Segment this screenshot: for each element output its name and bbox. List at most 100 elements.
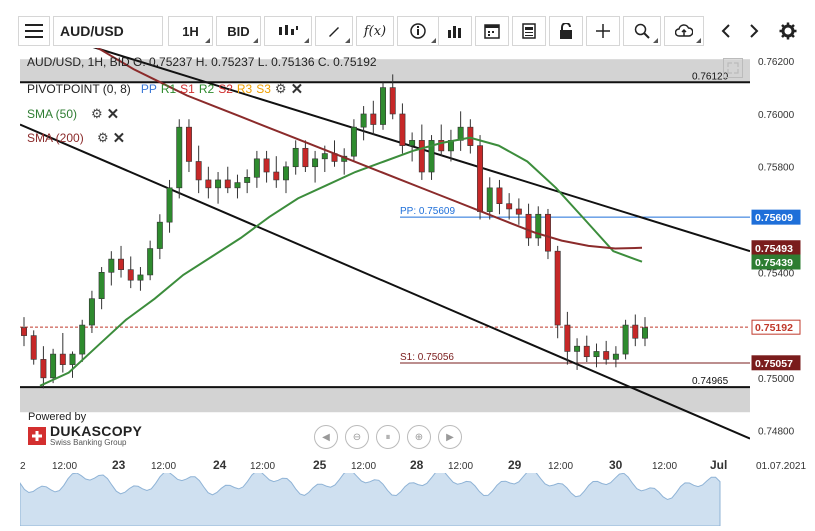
brand-name: DUKASCOPY: [50, 423, 143, 439]
candle-body: [302, 147, 309, 168]
fit-icon[interactable]: ⏸: [376, 425, 400, 449]
candle-body: [593, 351, 600, 358]
price-label-badge: 0.75057: [751, 355, 801, 371]
pivot-level-s3: S3: [256, 82, 271, 96]
symbol-selector[interactable]: AUD/USD: [53, 16, 163, 46]
candle-body: [224, 179, 231, 189]
candle-type-icon[interactable]: [264, 16, 312, 46]
menu-icon[interactable]: [18, 16, 50, 46]
candle-body: [612, 353, 619, 360]
candle-body: [486, 187, 493, 212]
pivot-level-s1: S1: [180, 82, 195, 96]
toolbar: AUD/USD 1H BID f(x): [0, 0, 815, 48]
price-label-badge: 0.75439: [751, 254, 801, 270]
function-icon[interactable]: f(x): [356, 16, 394, 46]
powered-by-label: Powered by: [28, 411, 87, 423]
price-label-badge: 0.75493: [751, 240, 801, 256]
price-type-selector[interactable]: BID: [216, 16, 261, 46]
candle-body: [21, 327, 27, 336]
candle-body: [215, 179, 222, 189]
sma200-label: SMA (200): [27, 131, 84, 145]
pivot-close-icon[interactable]: ✕: [291, 80, 304, 98]
annotation-label: PP: 0.75609: [400, 206, 455, 217]
candle-body: [380, 87, 386, 125]
navigator[interactable]: [19, 469, 815, 527]
time-tick-label: 12:00: [448, 461, 473, 472]
candle-body: [574, 345, 581, 352]
candle-body: [195, 161, 202, 181]
candle-body: [496, 187, 503, 204]
candle-body: [515, 208, 522, 215]
sma50-close-icon[interactable]: ✕: [107, 105, 120, 123]
candle-body: [399, 113, 406, 146]
candle-body: [477, 145, 484, 212]
timeframe-label: 1H: [182, 23, 199, 39]
price-chart[interactable]: 0.76120 PP: 0.75609 S1: 0.75056 0.74965: [19, 36, 751, 457]
price-tick-label: 0.75400: [758, 268, 795, 279]
sma50-label: SMA (50): [27, 107, 78, 121]
time-tick-label: 30: [609, 458, 623, 472]
sma200-close-icon[interactable]: ✕: [113, 129, 126, 147]
candle-body: [360, 113, 367, 128]
time-tick-label: 12:00: [548, 461, 573, 472]
navigator-area: [19, 469, 721, 527]
candle-body: [88, 298, 95, 326]
price-type-label: BID: [227, 23, 250, 39]
candle-body: [185, 126, 192, 162]
time-tick-label: 12:00: [351, 461, 376, 472]
brand-tagline: Swiss Banking Group: [50, 438, 127, 447]
candle-body: [263, 158, 270, 173]
svg-text:0.75493: 0.75493: [755, 243, 793, 255]
calendar-icon[interactable]: [475, 16, 509, 46]
symbol-label: AUD/USD: [60, 23, 124, 39]
candle-body: [622, 324, 629, 355]
indicator-icon[interactable]: [438, 16, 472, 46]
time-axis-canvas: 2 12:00 23 12:00 24 12:00 25 12:00 28 12:00 29 12:0…: [20, 458, 806, 472]
news-icon[interactable]: [512, 16, 546, 46]
time-axis: 2 12:00 23 12:00 24 12:00 25 12:00 28 12:00 29 12:0…: [20, 457, 815, 473]
price-tick-label: 0.74800: [758, 427, 795, 438]
fullscreen-icon[interactable]: [723, 58, 743, 78]
zoom-in-icon[interactable]: ⊕: [407, 425, 431, 449]
info-icon[interactable]: [397, 16, 439, 46]
nav-left-icon[interactable]: ◀: [314, 425, 338, 449]
settings-icon[interactable]: [774, 16, 802, 46]
zoom-icon[interactable]: [623, 16, 661, 46]
sma200-settings-icon[interactable]: ⚙: [97, 130, 109, 146]
candle-body: [127, 269, 134, 281]
cloud-upload-icon[interactable]: [664, 16, 704, 46]
pivot-level-s2: S2: [218, 82, 233, 96]
svg-text:0.75609: 0.75609: [755, 212, 793, 224]
price-tick-label: 0.75000: [758, 374, 795, 385]
pivot-level-r1: R1: [160, 82, 177, 96]
candle-body: [418, 140, 425, 173]
candle-body: [176, 126, 183, 189]
branding: Powered by DUKASCOPY Swiss Banking Group: [28, 411, 142, 447]
ohlc-header: AUD/USD, 1H, BID O. 0.75237 H. 0.75237 L…: [27, 55, 377, 69]
candle-body: [118, 258, 124, 270]
sma50-settings-icon[interactable]: ⚙: [91, 106, 103, 122]
nav-right-icon[interactable]: ▶: [438, 425, 462, 449]
lock-icon[interactable]: [549, 16, 583, 46]
svg-text:0.75439: 0.75439: [755, 257, 793, 269]
time-tick-label: 01.07.2021: [756, 461, 806, 472]
next-icon[interactable]: [740, 16, 768, 46]
candle-body: [283, 166, 289, 181]
draw-icon[interactable]: [315, 16, 353, 46]
price-axis-canvas: 0.76200 0.76000 0.75800 0.75400 0.75000 0.748…: [751, 57, 801, 438]
pivot-level-r3: R3: [236, 82, 253, 96]
candle-body: [632, 324, 639, 339]
candle-body: [409, 140, 416, 146]
candle-body: [321, 153, 328, 160]
price-tick-label: 0.76200: [758, 57, 795, 68]
candle-body: [603, 351, 610, 360]
zoom-out-icon[interactable]: ⊖: [345, 425, 369, 449]
prev-icon[interactable]: [712, 16, 740, 46]
crosshair-icon[interactable]: [586, 16, 620, 46]
time-tick-label: 28: [410, 458, 424, 472]
candle-body: [253, 158, 260, 178]
svg-text:0.75192: 0.75192: [755, 322, 793, 334]
candle-body: [234, 182, 241, 189]
pivot-settings-icon[interactable]: ⚙: [275, 81, 287, 97]
timeframe-selector[interactable]: 1H: [168, 16, 213, 46]
